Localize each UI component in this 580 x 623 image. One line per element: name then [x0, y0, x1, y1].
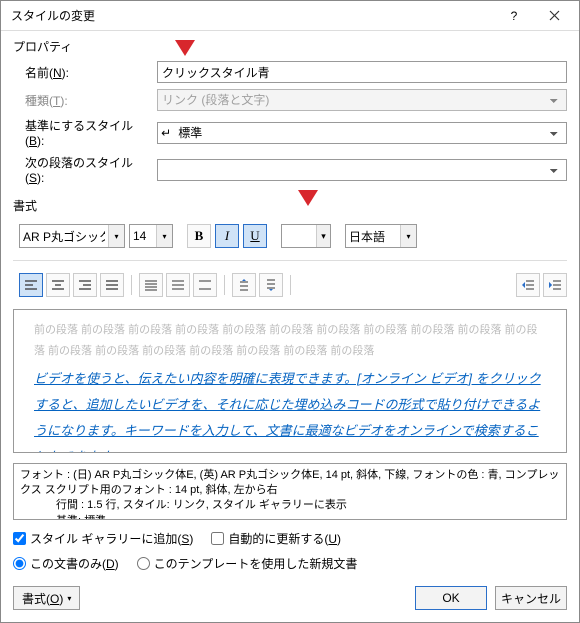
- indent-increase-button[interactable]: [543, 273, 567, 297]
- checkbox-row: スタイル ギャラリーに追加(S) 自動的に更新する(U): [13, 530, 567, 547]
- paragraph-mark-icon: ↵: [157, 122, 174, 144]
- font-combo[interactable]: ▾: [19, 224, 125, 248]
- next-style-select[interactable]: [157, 159, 567, 181]
- chevron-down-icon[interactable]: ▾: [108, 225, 124, 247]
- font-color-button[interactable]: ▾: [281, 224, 331, 248]
- chevron-down-icon[interactable]: ▾: [316, 225, 330, 247]
- annotation-marker: [298, 190, 318, 206]
- type-label: 種類(T):: [19, 92, 149, 109]
- italic-button[interactable]: I: [215, 224, 239, 248]
- base-style-combo[interactable]: ↵ 標準: [157, 122, 567, 144]
- ok-button[interactable]: OK: [415, 586, 487, 610]
- line-spacing-2-button[interactable]: [193, 273, 217, 297]
- indent-decrease-button[interactable]: [516, 273, 540, 297]
- space-before-inc-button[interactable]: [232, 273, 256, 297]
- titlebar: スタイルの変更 ?: [1, 1, 579, 31]
- button-row: 書式(O) ▾ OK キャンセル: [13, 586, 567, 610]
- chevron-down-icon[interactable]: ▾: [156, 225, 172, 247]
- name-input[interactable]: [157, 61, 567, 83]
- next-style-label: 次の段落のスタイル(S):: [19, 154, 149, 185]
- template-radio[interactable]: このテンプレートを使用した新規文書: [137, 555, 358, 572]
- size-input[interactable]: [130, 225, 156, 247]
- color-swatch: [285, 228, 313, 244]
- paragraph-toolbar: [19, 273, 567, 297]
- properties-grid: 名前(N): 種類(T): リンク (段落と文字) 基準にするスタイル(B): …: [19, 61, 567, 185]
- language-combo[interactable]: ▾: [345, 224, 417, 248]
- base-style-select[interactable]: 標準: [174, 122, 567, 144]
- size-combo[interactable]: ▾: [129, 224, 173, 248]
- this-document-radio[interactable]: この文書のみ(D): [13, 555, 119, 572]
- preview-sample-text: ビデオを使うと、伝えたい内容を明確に表現できます。[オンライン ビデオ] をクリ…: [34, 366, 546, 453]
- space-before-dec-button[interactable]: [259, 273, 283, 297]
- cancel-button[interactable]: キャンセル: [495, 586, 567, 610]
- radio-row: この文書のみ(D) このテンプレートを使用した新規文書: [13, 555, 567, 572]
- preview-ghost-text: 前の段落 前の段落 前の段落 前の段落 前の段落 前の段落 前の段落 前の段落 …: [34, 320, 546, 362]
- format-toolbar: ▾ ▾ B I U ▾ ▾: [19, 224, 567, 248]
- bold-button[interactable]: B: [187, 224, 211, 248]
- underline-button[interactable]: U: [243, 224, 267, 248]
- dialog-content: プロパティ 名前(N): 種類(T): リンク (段落と文字) 基準にするスタイ…: [1, 31, 579, 622]
- align-right-button[interactable]: [73, 273, 97, 297]
- format-heading: 書式: [13, 197, 567, 214]
- font-input[interactable]: [20, 225, 108, 247]
- style-edit-dialog: スタイルの変更 ? プロパティ 名前(N): 種類(T): リンク (段落と文字…: [0, 0, 580, 623]
- style-description: フォント : (日) AR P丸ゴシック体E, (英) AR P丸ゴシック体E,…: [13, 463, 567, 521]
- desc-line: 行間 : 1.5 行, スタイル: リンク, スタイル ギャラリーに表示: [20, 498, 560, 513]
- annotation-marker: [175, 40, 195, 56]
- close-button[interactable]: [534, 2, 574, 30]
- preview-pane: 前の段落 前の段落 前の段落 前の段落 前の段落 前の段落 前の段落 前の段落 …: [13, 309, 567, 453]
- dialog-title: スタイルの変更: [11, 7, 494, 24]
- chevron-down-icon: ▾: [67, 594, 71, 603]
- base-style-label: 基準にするスタイル(B):: [19, 117, 149, 148]
- auto-update-checkbox[interactable]: 自動的に更新する(U): [211, 530, 341, 547]
- chevron-down-icon[interactable]: ▾: [400, 225, 416, 247]
- close-icon: [549, 10, 560, 21]
- help-button[interactable]: ?: [494, 2, 534, 30]
- format-menu-button[interactable]: 書式(O) ▾: [13, 586, 80, 610]
- name-label: 名前(N):: [19, 64, 149, 81]
- desc-line: 基準: 標準: [20, 514, 560, 520]
- align-center-button[interactable]: [46, 273, 70, 297]
- type-select: リンク (段落と文字): [157, 89, 567, 111]
- align-left-button[interactable]: [19, 273, 43, 297]
- align-justify-button[interactable]: [100, 273, 124, 297]
- language-input[interactable]: [346, 225, 400, 247]
- add-to-gallery-checkbox[interactable]: スタイル ギャラリーに追加(S): [13, 530, 193, 547]
- line-spacing-1-button[interactable]: [139, 273, 163, 297]
- properties-heading: プロパティ: [13, 38, 567, 55]
- desc-line: フォント : (日) AR P丸ゴシック体E, (英) AR P丸ゴシック体E,…: [20, 468, 560, 499]
- line-spacing-15-button[interactable]: [166, 273, 190, 297]
